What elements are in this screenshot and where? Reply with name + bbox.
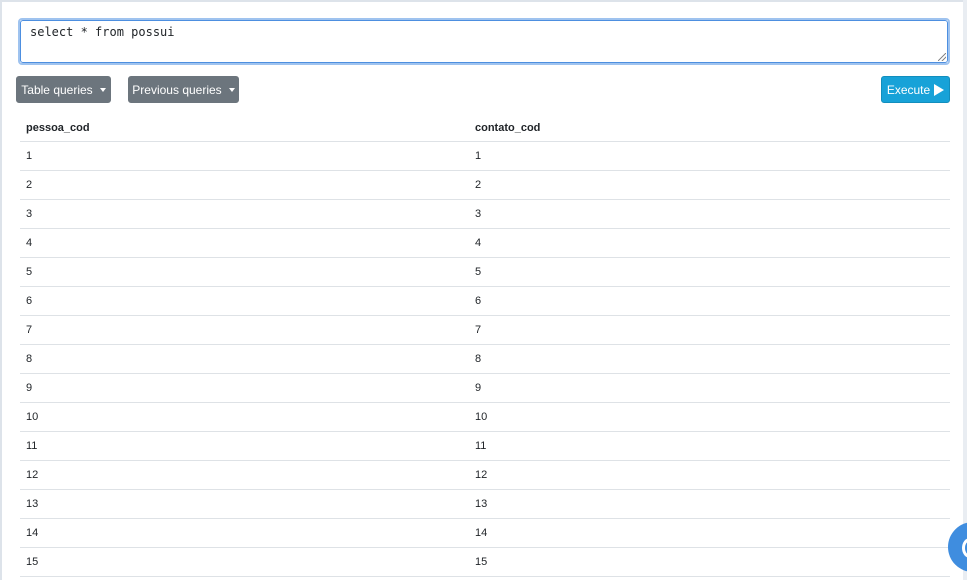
query-editor: select * from possui [18,18,950,65]
table-cell: 2 [20,170,469,200]
play-icon [934,83,945,96]
table-cell: 9 [20,373,469,403]
table-row: 15 15 [20,547,950,577]
table-row: 33 [20,199,950,229]
table-row: 44 [20,228,950,258]
table-cell: 9 [469,373,950,403]
table-queries-dropdown-button[interactable]: Table queries [16,76,111,103]
table-cell: 1 [469,141,950,171]
table-row: 88 [20,344,950,374]
execute-label: Execute [886,82,931,97]
table-cell: 11 [20,431,469,461]
chat-bubble-icon [962,538,967,558]
table-row: 12 12 [20,460,950,490]
table-cell: 12 [469,460,950,490]
table-cell: 6 [20,286,469,316]
table-cell: 13 [469,489,950,519]
table-cell: 6 [469,286,950,316]
table-cell: 7 [469,315,950,345]
results-table: pessoa_cod contato_cod 11 22 33 44 55 66… [20,114,950,577]
column-header-pessoa-cod: pessoa_cod [20,114,469,142]
caret-down-icon [228,87,235,92]
table-row: 99 [20,373,950,403]
table-cell: 4 [20,228,469,258]
sql-query-input[interactable]: select * from possui [20,20,948,63]
table-cell: 2 [469,170,950,200]
table-cell: 4 [469,228,950,258]
table-row: 66 [20,286,950,316]
table-row: 11 [20,141,950,171]
table-cell: 1 [20,141,469,171]
table-cell: 12 [20,460,469,490]
table-cell: 13 [20,489,469,519]
resize-handle-icon[interactable] [938,53,946,61]
table-row: 55 [20,257,950,287]
table-cell: 5 [20,257,469,287]
table-row: 14 14 [20,518,950,548]
table-row: 10 10 [20,402,950,432]
table-cell: 8 [469,344,950,374]
execute-button[interactable]: Execute [881,76,950,103]
table-cell: 8 [20,344,469,374]
query-page: select * from possui Table queries Previ… [0,0,963,580]
table-header-row: pessoa_cod contato_cod [20,114,950,142]
table-cell: 14 [20,518,469,548]
table-cell: 11 [469,431,950,461]
caret-down-icon [99,87,106,92]
table-cell: 15 [469,547,950,577]
table-queries-label: Table queries [21,82,93,97]
previous-queries-label: Previous queries [132,82,222,97]
table-cell: 7 [20,315,469,345]
table-row: 77 [20,315,950,345]
table-cell: 10 [469,402,950,432]
table-cell: 3 [20,199,469,229]
table-row: 11 11 [20,431,950,461]
table-row: 13 13 [20,489,950,519]
table-cell: 14 [469,518,950,548]
column-header-contato-cod: contato_cod [469,114,950,142]
table-row: 22 [20,170,950,200]
table-cell: 10 [20,402,469,432]
table-cell: 5 [469,257,950,287]
table-cell: 15 [20,547,469,577]
table-cell: 3 [469,199,950,229]
previous-queries-dropdown-button[interactable]: Previous queries [128,76,239,103]
